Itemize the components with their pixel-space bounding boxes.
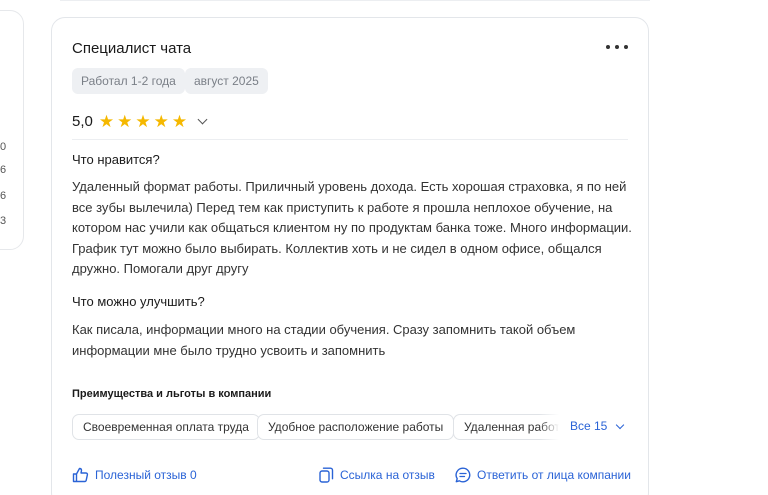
more-options-button[interactable]	[606, 38, 628, 56]
reply-button[interactable]: Ответить от лица компании	[455, 467, 631, 483]
top-divider	[60, 0, 650, 1]
reply-label: Ответить от лица компании	[477, 468, 631, 482]
chevron-down-icon	[197, 114, 208, 124]
chat-bubble-icon	[455, 467, 471, 483]
likes-text: Удаленный формат работы. Приличный урове…	[72, 179, 632, 277]
benefit-chip[interactable]: Удобное расположение работы	[257, 414, 455, 440]
side-number: 3	[0, 215, 7, 227]
rating-value: 5,0	[72, 112, 93, 130]
star-icon: ★	[117, 111, 133, 131]
all-benefits-label: Все 15	[570, 419, 608, 433]
side-panel	[0, 10, 24, 250]
likes-title: Что нравится?	[72, 152, 160, 167]
tag-date: август 2025	[185, 68, 268, 94]
improve-title: Что можно улучшить?	[72, 294, 205, 309]
benefit-chip[interactable]: Своевременная оплата труда	[72, 414, 260, 440]
review-title: Специалист чата	[72, 40, 192, 57]
helpful-button[interactable]: Полезный отзыв 0	[72, 467, 197, 483]
helpful-label: Полезный отзыв 0	[95, 468, 197, 482]
star-icon: ★	[153, 111, 169, 131]
review-card: Специалист чата Работал 1-2 года август …	[51, 17, 649, 495]
dot-icon	[624, 45, 628, 49]
chip-fade	[539, 414, 559, 440]
side-number: 0	[0, 141, 7, 153]
copy-link-label: Ссылка на отзыв	[340, 468, 435, 482]
dot-icon	[615, 45, 619, 49]
chevron-down-icon	[616, 420, 625, 429]
divider	[72, 139, 628, 140]
copy-link-button[interactable]: Ссылка на отзыв	[319, 467, 435, 483]
copy-icon	[319, 467, 334, 483]
tag-experience: Работал 1-2 года	[72, 68, 185, 94]
dot-icon	[606, 45, 610, 49]
improve-text: Как писала, информации много на стадии о…	[72, 322, 576, 358]
thumbs-up-icon	[72, 467, 89, 483]
rating-summary[interactable]: 5,0 ★ ★ ★ ★ ★	[72, 111, 208, 131]
star-icon: ★	[171, 111, 188, 131]
benefits-title: Преимущества и льготы в компании	[72, 388, 272, 400]
star-icon: ★	[98, 111, 115, 131]
all-benefits-button[interactable]: Все 15	[570, 419, 625, 433]
side-number: 6	[0, 164, 7, 176]
side-number: 6	[0, 190, 7, 202]
star-icon: ★	[135, 111, 151, 131]
